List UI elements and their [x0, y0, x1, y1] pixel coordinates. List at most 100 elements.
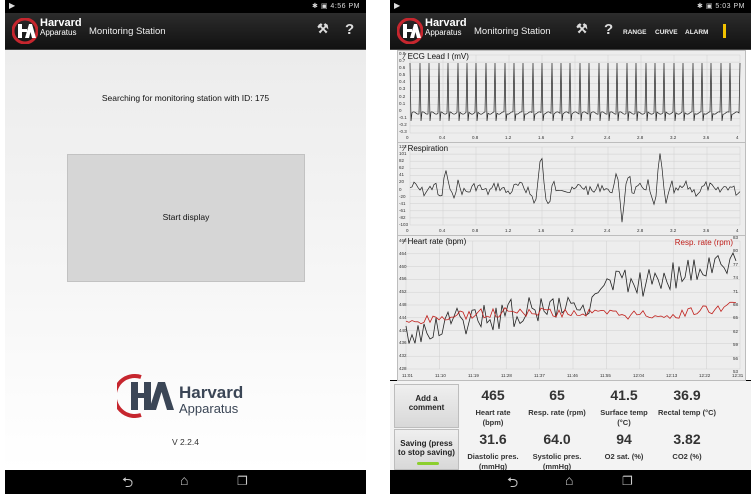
metric-label: Surface temp (°C): [593, 408, 655, 428]
back-icon[interactable]: ⮌: [507, 472, 518, 494]
axis-tick-label: 12:31: [732, 373, 744, 378]
axis-tick-label: 2.8: [637, 135, 644, 140]
axis-tick-label: 2.4: [604, 135, 611, 140]
harvard-apparatus-logo: Harvard Apparatus: [117, 374, 243, 418]
metric-value: 465: [481, 387, 505, 403]
version-label: V 2.2.4: [172, 437, 199, 447]
metric-label-line: Surface temp: [600, 408, 648, 417]
wrench-icon[interactable]: ⚒: [576, 21, 588, 37]
comment-line2: comment: [408, 403, 445, 412]
monitor-screen: ▶ ✱ ▣ 5:03 PM Harvard Apparatus Monitorin…: [390, 0, 751, 494]
axis-tick-label: 12:04: [633, 373, 645, 378]
recent-apps-icon[interactable]: ❐: [622, 474, 633, 488]
axis-tick-label: 11:46: [567, 373, 578, 378]
app-title: Monitoring Station: [89, 26, 166, 37]
brand-name: Harvard Apparatus: [40, 18, 82, 38]
resp-title-text: Respiration: [407, 144, 449, 153]
alarm-indicator: [723, 24, 726, 38]
axis-tick-label: 80: [733, 248, 739, 254]
searching-message: Searching for monitoring station with ID…: [101, 93, 270, 103]
axis-tick-label: 448: [399, 302, 407, 307]
axis-tick-label: 4: [736, 228, 739, 233]
respiration-panel[interactable]: 123 101 82 62 41 20 0 -20 -41 -61 -82 -103 0 0.4 0.8 1…: [397, 142, 746, 237]
range-button[interactable]: RANGE: [623, 29, 646, 36]
brand-name: Harvard Apparatus: [425, 18, 467, 38]
axis-tick-label: -0.1: [399, 114, 407, 120]
alarm-button[interactable]: ALARM: [685, 29, 708, 36]
harvard-logo-icon: [397, 18, 423, 44]
back-icon[interactable]: ⮌: [122, 472, 133, 494]
metric-label-line: (°C): [617, 418, 631, 427]
metric-tile: 31.6 Diastolic pres. (mmHg): [462, 431, 524, 472]
hr-title-text: Heart rate (bpm): [407, 237, 467, 246]
axis-tick-label: 68: [733, 302, 739, 307]
axis-tick-label: 436: [399, 340, 407, 346]
axis-tick-label: 1.6: [538, 228, 545, 233]
help-button[interactable]: ?: [345, 21, 354, 38]
axis-tick-label: 11:55: [600, 373, 611, 378]
logo-line2: Apparatus: [179, 401, 239, 416]
axis-tick-label: 41: [399, 172, 405, 178]
metric-tile: 3.82 CO2 (%): [656, 431, 718, 462]
axis-tick-label: 0: [406, 135, 409, 140]
bluetooth-battery-icons: ✱ ▣: [312, 3, 328, 10]
axis-tick-label: 82: [399, 158, 405, 164]
axis-tick-label: 3.6: [703, 135, 710, 140]
saving-button[interactable]: Saving (press to stop saving): [394, 429, 459, 470]
logo-line1: Harvard: [179, 383, 243, 402]
metric-label-line: CO2 (%): [672, 452, 702, 461]
recent-apps-icon[interactable]: ❐: [237, 474, 248, 488]
metric-label-line: Diastolic pres.: [467, 452, 519, 461]
axis-tick-label: 59: [733, 342, 739, 348]
app-bar: Harvard Apparatus Monitoring Station ⚒ ?: [5, 13, 366, 50]
metric-label: CO2 (%): [656, 452, 718, 462]
clock: 5:03 PM: [715, 3, 745, 10]
axis-tick-label: 1.2: [505, 135, 512, 140]
axis-tick-label: 3.2: [670, 135, 677, 140]
metrics-panel: Add a comment Saving (press to stop savi…: [390, 381, 751, 472]
axis-tick-label: 0.6: [399, 65, 406, 71]
axis-tick-label: 0.4: [399, 79, 406, 85]
heart-rate-trace: [405, 240, 741, 370]
metric-value: 65: [549, 387, 565, 403]
axis-tick-label: 11:37: [534, 373, 545, 378]
hr-title: ⁄ Heart rate (bpm): [404, 237, 467, 246]
axis-tick-label: -0.2: [399, 121, 407, 127]
home-icon[interactable]: ⌂: [565, 472, 573, 488]
axis-tick-label: 0.2: [399, 93, 406, 99]
heart-rate-panel[interactable]: 468 464 460 456 452 448 444 440 436 432 428 83 80 77…: [397, 235, 746, 381]
axis-tick-label: 460: [399, 263, 407, 269]
axis-tick-label: 0.3: [399, 86, 406, 92]
respiration-trace: [409, 146, 741, 226]
axis-tick-label: 12:13: [666, 373, 678, 378]
ecg-title-text: ECG Lead I (mV): [407, 52, 469, 61]
curve-button[interactable]: CURVE: [655, 29, 678, 36]
metric-value: 64.0: [543, 431, 571, 447]
axis-tick-label: 0: [399, 186, 402, 192]
app-title: Monitoring Station: [474, 26, 551, 37]
saving-indicator: [417, 462, 439, 465]
notification-icon: ▶: [9, 1, 16, 10]
ecg-panel[interactable]: 0.8 0.7 0.6 0.5 0.4 0.3 0.2 0.1 0 -0.1 -0.2 -0.3 00…: [397, 50, 746, 144]
axis-tick-label: 0.5: [399, 72, 406, 78]
add-comment-button[interactable]: Add a comment: [394, 384, 459, 428]
axis-tick-label: 20: [399, 179, 405, 185]
axis-tick-label: 11:19: [468, 373, 479, 378]
wrench-icon[interactable]: ⚒: [317, 21, 329, 37]
help-button[interactable]: ?: [604, 21, 613, 38]
axis-tick-label: 0: [399, 107, 402, 113]
axis-tick-label: -20: [399, 193, 406, 199]
metric-tile: 65 Resp. rate (rpm): [526, 387, 588, 418]
metric-tile: 94 O2 sat. (%): [593, 431, 655, 462]
axis-tick-label: -0.3: [399, 129, 407, 134]
home-icon[interactable]: ⌂: [180, 472, 188, 488]
axis-tick-label: 11:01: [402, 373, 413, 378]
axis-tick-label: 71: [733, 288, 739, 294]
start-display-button[interactable]: Start display: [67, 154, 305, 282]
rr-title: Resp. rate (rpm): [674, 238, 733, 247]
metric-value: 36.9: [673, 387, 701, 403]
axis-tick-label: -61: [399, 207, 406, 213]
nav-bar: ⮌ ⌂ ❐: [390, 470, 751, 494]
axis-tick-label: 3.6: [703, 228, 710, 233]
status-bar: ▶ ✱ ▣ 5:03 PM: [390, 0, 751, 13]
